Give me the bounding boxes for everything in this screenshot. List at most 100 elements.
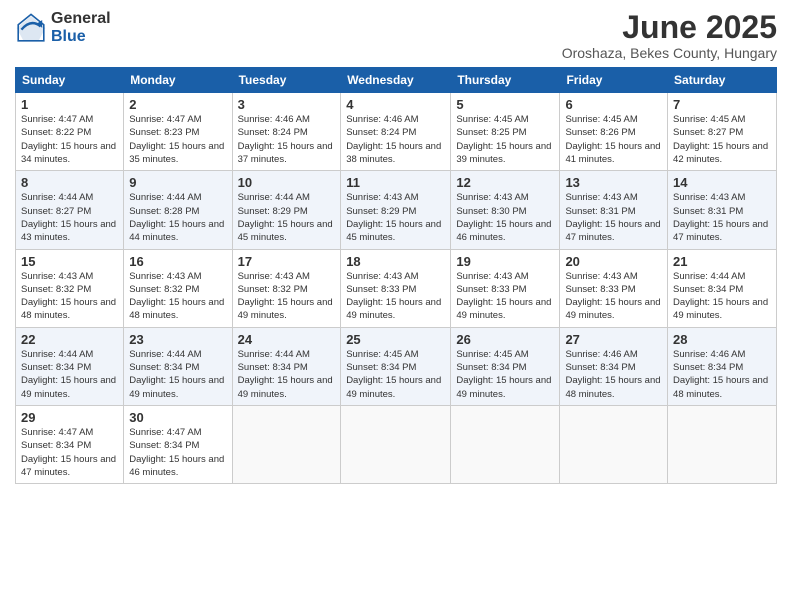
table-cell: 7 Sunrise: 4:45 AMSunset: 8:27 PMDayligh… <box>668 93 777 171</box>
table-cell: 8 Sunrise: 4:44 AMSunset: 8:27 PMDayligh… <box>16 171 124 249</box>
day-number: 13 <box>565 175 662 190</box>
table-cell: 19 Sunrise: 4:43 AMSunset: 8:33 PMDaylig… <box>451 249 560 327</box>
day-number: 3 <box>238 97 336 112</box>
table-cell: 9 Sunrise: 4:44 AMSunset: 8:28 PMDayligh… <box>124 171 232 249</box>
table-cell: 25 Sunrise: 4:45 AMSunset: 8:34 PMDaylig… <box>341 327 451 405</box>
day-number: 26 <box>456 332 554 347</box>
day-info: Sunrise: 4:47 AMSunset: 8:34 PMDaylight:… <box>129 427 224 478</box>
day-info: Sunrise: 4:47 AMSunset: 8:22 PMDaylight:… <box>21 114 116 165</box>
table-cell <box>560 405 668 483</box>
day-number: 30 <box>129 410 226 425</box>
day-number: 28 <box>673 332 771 347</box>
table-cell: 16 Sunrise: 4:43 AMSunset: 8:32 PMDaylig… <box>124 249 232 327</box>
table-cell: 20 Sunrise: 4:43 AMSunset: 8:33 PMDaylig… <box>560 249 668 327</box>
table-cell: 14 Sunrise: 4:43 AMSunset: 8:31 PMDaylig… <box>668 171 777 249</box>
table-cell: 23 Sunrise: 4:44 AMSunset: 8:34 PMDaylig… <box>124 327 232 405</box>
day-number: 8 <box>21 175 118 190</box>
day-info: Sunrise: 4:43 AMSunset: 8:32 PMDaylight:… <box>129 271 224 322</box>
day-number: 29 <box>21 410 118 425</box>
day-number: 23 <box>129 332 226 347</box>
day-number: 14 <box>673 175 771 190</box>
day-number: 27 <box>565 332 662 347</box>
table-cell: 6 Sunrise: 4:45 AMSunset: 8:26 PMDayligh… <box>560 93 668 171</box>
week-row-4: 22 Sunrise: 4:44 AMSunset: 8:34 PMDaylig… <box>16 327 777 405</box>
table-cell: 18 Sunrise: 4:43 AMSunset: 8:33 PMDaylig… <box>341 249 451 327</box>
day-number: 21 <box>673 254 771 269</box>
day-info: Sunrise: 4:43 AMSunset: 8:32 PMDaylight:… <box>238 271 333 322</box>
week-row-2: 8 Sunrise: 4:44 AMSunset: 8:27 PMDayligh… <box>16 171 777 249</box>
logo-icon <box>15 12 47 44</box>
logo-general-text: General <box>51 10 111 28</box>
table-cell <box>341 405 451 483</box>
col-monday: Monday <box>124 68 232 93</box>
header-row: Sunday Monday Tuesday Wednesday Thursday… <box>16 68 777 93</box>
table-cell: 10 Sunrise: 4:44 AMSunset: 8:29 PMDaylig… <box>232 171 341 249</box>
day-info: Sunrise: 4:43 AMSunset: 8:33 PMDaylight:… <box>346 271 441 322</box>
table-cell: 2 Sunrise: 4:47 AMSunset: 8:23 PMDayligh… <box>124 93 232 171</box>
page: General Blue June 2025 Oroshaza, Bekes C… <box>0 0 792 612</box>
table-cell <box>668 405 777 483</box>
day-info: Sunrise: 4:43 AMSunset: 8:31 PMDaylight:… <box>565 192 660 243</box>
day-info: Sunrise: 4:46 AMSunset: 8:24 PMDaylight:… <box>346 114 441 165</box>
day-info: Sunrise: 4:43 AMSunset: 8:33 PMDaylight:… <box>565 271 660 322</box>
day-number: 20 <box>565 254 662 269</box>
day-info: Sunrise: 4:46 AMSunset: 8:34 PMDaylight:… <box>673 349 768 400</box>
col-tuesday: Tuesday <box>232 68 341 93</box>
col-saturday: Saturday <box>668 68 777 93</box>
table-cell: 5 Sunrise: 4:45 AMSunset: 8:25 PMDayligh… <box>451 93 560 171</box>
table-cell: 22 Sunrise: 4:44 AMSunset: 8:34 PMDaylig… <box>16 327 124 405</box>
logo: General Blue <box>15 10 111 45</box>
table-cell: 11 Sunrise: 4:43 AMSunset: 8:29 PMDaylig… <box>341 171 451 249</box>
day-info: Sunrise: 4:46 AMSunset: 8:24 PMDaylight:… <box>238 114 333 165</box>
day-number: 17 <box>238 254 336 269</box>
day-number: 9 <box>129 175 226 190</box>
title-block: June 2025 Oroshaza, Bekes County, Hungar… <box>562 10 777 61</box>
day-info: Sunrise: 4:43 AMSunset: 8:33 PMDaylight:… <box>456 271 551 322</box>
day-number: 4 <box>346 97 445 112</box>
day-info: Sunrise: 4:44 AMSunset: 8:34 PMDaylight:… <box>129 349 224 400</box>
table-cell <box>451 405 560 483</box>
table-cell: 13 Sunrise: 4:43 AMSunset: 8:31 PMDaylig… <box>560 171 668 249</box>
day-info: Sunrise: 4:44 AMSunset: 8:34 PMDaylight:… <box>673 271 768 322</box>
logo-text: General Blue <box>51 10 111 45</box>
day-number: 6 <box>565 97 662 112</box>
col-sunday: Sunday <box>16 68 124 93</box>
week-row-1: 1 Sunrise: 4:47 AMSunset: 8:22 PMDayligh… <box>16 93 777 171</box>
day-number: 24 <box>238 332 336 347</box>
day-info: Sunrise: 4:45 AMSunset: 8:27 PMDaylight:… <box>673 114 768 165</box>
table-cell: 12 Sunrise: 4:43 AMSunset: 8:30 PMDaylig… <box>451 171 560 249</box>
day-number: 18 <box>346 254 445 269</box>
day-number: 10 <box>238 175 336 190</box>
col-wednesday: Wednesday <box>341 68 451 93</box>
day-info: Sunrise: 4:47 AMSunset: 8:23 PMDaylight:… <box>129 114 224 165</box>
table-cell: 15 Sunrise: 4:43 AMSunset: 8:32 PMDaylig… <box>16 249 124 327</box>
day-number: 2 <box>129 97 226 112</box>
day-number: 25 <box>346 332 445 347</box>
day-number: 7 <box>673 97 771 112</box>
table-cell: 1 Sunrise: 4:47 AMSunset: 8:22 PMDayligh… <box>16 93 124 171</box>
day-info: Sunrise: 4:45 AMSunset: 8:26 PMDaylight:… <box>565 114 660 165</box>
day-info: Sunrise: 4:43 AMSunset: 8:32 PMDaylight:… <box>21 271 116 322</box>
table-cell: 4 Sunrise: 4:46 AMSunset: 8:24 PMDayligh… <box>341 93 451 171</box>
day-info: Sunrise: 4:45 AMSunset: 8:34 PMDaylight:… <box>346 349 441 400</box>
table-cell: 21 Sunrise: 4:44 AMSunset: 8:34 PMDaylig… <box>668 249 777 327</box>
day-info: Sunrise: 4:44 AMSunset: 8:29 PMDaylight:… <box>238 192 333 243</box>
table-cell: 26 Sunrise: 4:45 AMSunset: 8:34 PMDaylig… <box>451 327 560 405</box>
table-cell: 27 Sunrise: 4:46 AMSunset: 8:34 PMDaylig… <box>560 327 668 405</box>
calendar-title: June 2025 <box>562 10 777 45</box>
day-number: 11 <box>346 175 445 190</box>
day-info: Sunrise: 4:46 AMSunset: 8:34 PMDaylight:… <box>565 349 660 400</box>
table-cell: 29 Sunrise: 4:47 AMSunset: 8:34 PMDaylig… <box>16 405 124 483</box>
week-row-3: 15 Sunrise: 4:43 AMSunset: 8:32 PMDaylig… <box>16 249 777 327</box>
col-thursday: Thursday <box>451 68 560 93</box>
table-cell: 24 Sunrise: 4:44 AMSunset: 8:34 PMDaylig… <box>232 327 341 405</box>
day-number: 15 <box>21 254 118 269</box>
day-number: 1 <box>21 97 118 112</box>
day-info: Sunrise: 4:44 AMSunset: 8:27 PMDaylight:… <box>21 192 116 243</box>
table-cell: 28 Sunrise: 4:46 AMSunset: 8:34 PMDaylig… <box>668 327 777 405</box>
day-info: Sunrise: 4:43 AMSunset: 8:30 PMDaylight:… <box>456 192 551 243</box>
day-number: 5 <box>456 97 554 112</box>
table-cell <box>232 405 341 483</box>
day-number: 22 <box>21 332 118 347</box>
table-cell: 17 Sunrise: 4:43 AMSunset: 8:32 PMDaylig… <box>232 249 341 327</box>
